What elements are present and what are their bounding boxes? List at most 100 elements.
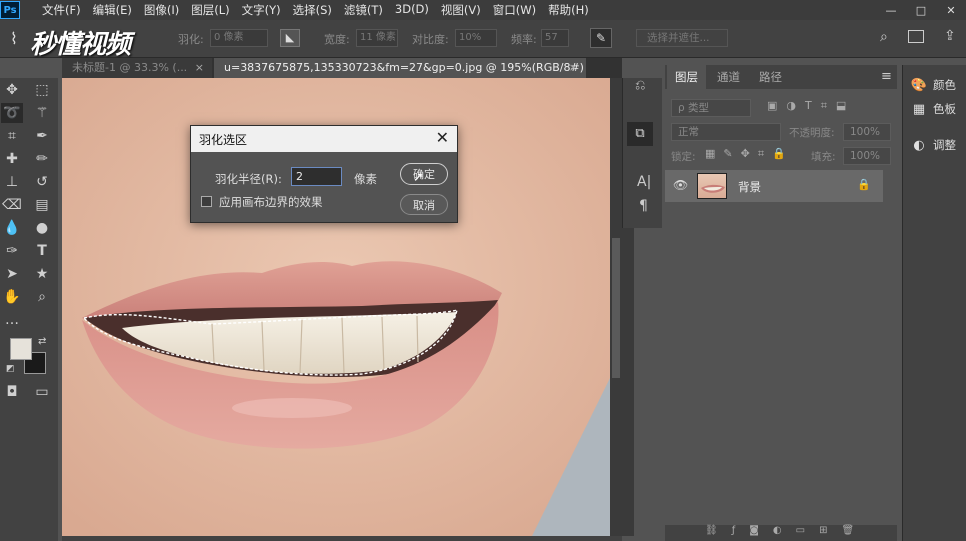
menu-type[interactable]: 文字(Y) bbox=[236, 2, 287, 18]
lock-label: 锁定: bbox=[671, 151, 696, 163]
layer-filter-select[interactable]: ρ 类型 bbox=[671, 99, 751, 117]
menu-layer[interactable]: 图层(L) bbox=[185, 2, 235, 18]
eraser-icon[interactable]: ⌫ bbox=[1, 195, 23, 215]
feather-input[interactable]: 0 像素 bbox=[210, 29, 268, 47]
color-panel-button[interactable]: 🎨 颜色 bbox=[911, 77, 956, 93]
tab-channels[interactable]: 通道 bbox=[709, 65, 748, 89]
options-bar: ⌇ 羽化: 0 像素 ◣ 宽度: 11 像素 对比度: 10% 频率: 57 ✎… bbox=[0, 20, 966, 58]
type-tool-icon[interactable]: T bbox=[31, 241, 53, 261]
blur-tool-icon[interactable]: 💧 bbox=[1, 218, 23, 238]
fill-label: 填充: bbox=[811, 151, 836, 163]
right-collapsed-panels: 🎨 颜色 ▦ 色板 ◐ 调整 bbox=[902, 65, 966, 541]
unit-label: 像素 bbox=[354, 172, 377, 186]
marquee-tool-icon[interactable]: ⬚ bbox=[31, 80, 53, 100]
adjustments-panel-button[interactable]: ◐ 调整 bbox=[911, 137, 956, 153]
layer-row-background[interactable]: 👁 背景 🔒 bbox=[665, 170, 883, 202]
more-tools-icon[interactable]: … bbox=[1, 310, 23, 330]
menu-edit[interactable]: 编辑(E) bbox=[87, 2, 138, 18]
close-icon[interactable]: ✕ bbox=[436, 128, 449, 147]
healing-brush-icon[interactable]: ✚ bbox=[1, 149, 23, 169]
zoom-tool-icon[interactable]: ⌕ bbox=[31, 287, 53, 307]
history-panel-icon[interactable]: ⎌ bbox=[635, 78, 645, 93]
pen-pressure-icon[interactable]: ✎ bbox=[590, 28, 612, 48]
move-tool-icon[interactable]: ✥ bbox=[1, 80, 23, 100]
tab-close-icon[interactable]: × bbox=[569, 58, 578, 78]
brush-tool-icon[interactable]: ✏ bbox=[31, 149, 53, 169]
menu-window[interactable]: 窗口(W) bbox=[487, 2, 542, 18]
layer-footer-icons[interactable]: ⛓ƒ◙◐▭⊞🗑 bbox=[705, 525, 868, 536]
status-bar bbox=[62, 536, 622, 541]
feather-radius-input[interactable] bbox=[291, 167, 342, 186]
maximize-button[interactable]: □ bbox=[906, 0, 936, 20]
antialias-icon[interactable]: ◣ bbox=[280, 29, 300, 47]
tab-untitled[interactable]: 未标题-1 @ 33.3% (... × bbox=[62, 58, 212, 78]
opacity-input[interactable]: 100% bbox=[843, 123, 891, 141]
swatches-panel-label: 色板 bbox=[933, 102, 956, 116]
tab-paths[interactable]: 路径 bbox=[751, 65, 790, 89]
properties-panel-icon[interactable]: ⧉ bbox=[627, 122, 653, 146]
lasso-tool-icon[interactable]: ➰ bbox=[1, 103, 23, 123]
apply-canvas-edges-checkbox[interactable] bbox=[201, 196, 212, 207]
menu-view[interactable]: 视图(V) bbox=[435, 2, 487, 18]
layer-filter-icons[interactable]: ▣◑T⌗⬓ bbox=[767, 99, 855, 113]
menu-3d[interactable]: 3D(D) bbox=[389, 2, 435, 18]
lock-icons[interactable]: ▦✎✥⌗🔒 bbox=[705, 147, 794, 161]
fill-input[interactable]: 100% bbox=[843, 147, 891, 165]
mouse-cursor-icon: ➚ bbox=[413, 170, 424, 185]
scroll-thumb[interactable] bbox=[612, 238, 620, 378]
dodge-tool-icon[interactable]: ● bbox=[31, 218, 53, 238]
menu-file[interactable]: 文件(F) bbox=[36, 2, 87, 18]
select-and-mask-button[interactable]: 选择并遮住... bbox=[636, 29, 728, 47]
screen-mode-icon[interactable]: ▭ bbox=[31, 382, 53, 402]
eyedropper-icon[interactable]: ✒ bbox=[31, 126, 53, 146]
minimize-button[interactable]: — bbox=[876, 0, 906, 20]
search-icon[interactable]: ⌕ bbox=[880, 29, 888, 45]
history-brush-icon[interactable]: ↺ bbox=[31, 172, 53, 192]
layer-name[interactable]: 背景 bbox=[738, 179, 761, 195]
vertical-scrollbar[interactable] bbox=[610, 78, 622, 536]
close-window-button[interactable]: ✕ bbox=[936, 0, 966, 20]
menu-select[interactable]: 选择(S) bbox=[287, 2, 338, 18]
dialog-titlebar[interactable]: 羽化选区 ✕ bbox=[191, 126, 457, 152]
paragraph-panel-icon[interactable]: ¶ bbox=[639, 198, 648, 214]
opacity-label: 不透明度: bbox=[789, 127, 835, 139]
frequency-input[interactable]: 57 bbox=[541, 29, 569, 47]
palette-icon: 🎨 bbox=[910, 77, 928, 93]
layers-panel: 图层 通道 路径 ≡ ρ 类型 ▣◑T⌗⬓ 正常 不透明度: 100% 锁定: … bbox=[665, 65, 897, 541]
foreground-color-swatch[interactable] bbox=[10, 338, 32, 360]
share-icon[interactable]: ⇪ bbox=[944, 28, 956, 44]
width-input[interactable]: 11 像素 bbox=[356, 29, 398, 47]
visibility-eye-icon[interactable]: 👁 bbox=[673, 178, 688, 192]
blend-mode-select[interactable]: 正常 bbox=[671, 123, 781, 141]
quick-mask-icon[interactable]: ◘ bbox=[1, 382, 23, 402]
path-selection-icon[interactable]: ➤ bbox=[1, 264, 23, 284]
tab-close-icon[interactable]: × bbox=[195, 58, 204, 78]
ok-button[interactable]: 确定 bbox=[400, 163, 448, 185]
adjustment-icon: ◐ bbox=[913, 137, 925, 153]
tab-active-image[interactable]: u=3837675875,135330723&fm=27&gp=0.jpg @ … bbox=[214, 58, 586, 78]
gradient-tool-icon[interactable]: ▤ bbox=[31, 195, 53, 215]
character-panel-icon[interactable]: A| bbox=[637, 174, 651, 190]
menu-filter[interactable]: 滤镜(T) bbox=[338, 2, 389, 18]
pen-tool-icon[interactable]: ✑ bbox=[1, 241, 23, 261]
tab-label: u=3837675875,135330723&fm=27&gp=0.jpg @ … bbox=[224, 61, 584, 74]
hand-tool-icon[interactable]: ✋ bbox=[1, 287, 23, 307]
menu-help[interactable]: 帮助(H) bbox=[542, 2, 595, 18]
swap-colors-icon[interactable]: ⇄ bbox=[38, 336, 46, 347]
magic-wand-icon[interactable]: ⚚ bbox=[31, 103, 53, 123]
frequency-label: 频率: bbox=[511, 33, 537, 46]
tab-layers[interactable]: 图层 bbox=[667, 65, 706, 89]
window-controls: — □ ✕ bbox=[876, 0, 966, 20]
panel-menu-icon[interactable]: ≡ bbox=[881, 69, 892, 84]
workspace-icon[interactable] bbox=[908, 30, 924, 43]
clone-stamp-icon[interactable]: ⊥ bbox=[1, 172, 23, 192]
cancel-button[interactable]: 取消 bbox=[400, 194, 448, 215]
default-colors-icon[interactable]: ◩ bbox=[6, 364, 15, 374]
menu-image[interactable]: 图像(I) bbox=[138, 2, 185, 18]
shape-tool-icon[interactable]: ★ bbox=[31, 264, 53, 284]
menu-bar: Ps 文件(F) 编辑(E) 图像(I) 图层(L) 文字(Y) 选择(S) 滤… bbox=[0, 0, 966, 20]
magnetic-lasso-icon[interactable]: ⌇ bbox=[10, 29, 18, 48]
swatches-panel-button[interactable]: ▦ 色板 bbox=[911, 101, 956, 117]
contrast-input[interactable]: 10% bbox=[455, 29, 497, 47]
crop-tool-icon[interactable]: ⌗ bbox=[1, 126, 23, 146]
